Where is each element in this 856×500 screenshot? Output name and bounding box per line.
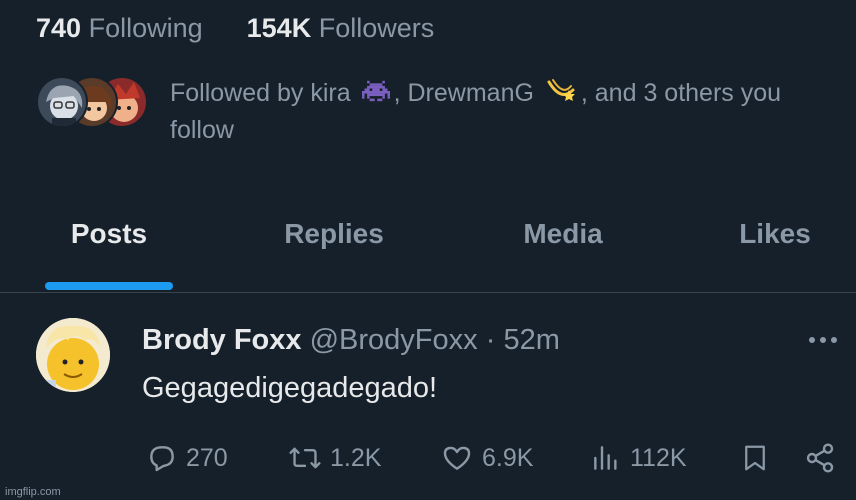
following-link[interactable]: 740 Following	[36, 10, 203, 46]
tab-replies[interactable]: Replies	[254, 205, 414, 292]
repost-button[interactable]: 1.2K	[288, 440, 381, 476]
profile-stats: 740 Following 154K Followers	[36, 10, 434, 46]
active-tab-indicator	[45, 282, 173, 290]
followers-link[interactable]: 154K Followers	[247, 10, 435, 46]
followed-by-separator: ,	[393, 79, 401, 108]
more-icon[interactable]	[806, 330, 840, 350]
tab-media[interactable]: Media	[493, 205, 633, 292]
followed-by-prefix: Followed by kira	[170, 79, 351, 108]
followed-by-section[interactable]: Followed by kira , DrewmanG , and 3 othe…	[36, 72, 846, 144]
views-icon	[590, 442, 622, 474]
profile-tabs: Posts Replies Media Likes	[0, 205, 856, 293]
post-text: Gegagedigegadegado!	[142, 372, 438, 404]
reply-button[interactable]: 270	[146, 440, 228, 476]
author-handle[interactable]: @BrodyFoxx	[310, 324, 478, 356]
following-label: Following	[88, 13, 203, 43]
alien-monster-emoji-icon	[361, 78, 390, 112]
watermark: imgflip.com	[5, 486, 61, 498]
views-button[interactable]: 112K	[590, 440, 687, 476]
followers-label: Followers	[318, 13, 435, 43]
separator-dot: ·	[485, 324, 496, 356]
followers-count: 154K	[246, 13, 312, 43]
follower-avatars	[36, 76, 148, 128]
followed-by-name-2: DrewmanG	[407, 79, 534, 108]
tab-posts[interactable]: Posts	[45, 205, 173, 292]
post-actions: 270 1.2K 6.9K 112K	[142, 440, 842, 476]
following-count: 740	[36, 13, 82, 43]
like-count: 6.9K	[482, 443, 534, 472]
reply-icon	[146, 442, 178, 474]
author-name[interactable]: Brody Foxx	[142, 324, 302, 356]
share-button[interactable]	[804, 440, 836, 476]
reply-count: 270	[186, 443, 228, 472]
post-timestamp[interactable]: 52m	[503, 324, 559, 356]
post[interactable]: Brody Foxx @BrodyFoxx · 52m Gegagedigega…	[0, 294, 856, 500]
like-icon	[440, 442, 474, 474]
tab-likes[interactable]: Likes	[715, 205, 835, 292]
tab-label: Media	[523, 218, 603, 249]
repost-count: 1.2K	[330, 443, 382, 472]
tab-label: Replies	[284, 218, 384, 249]
share-icon	[804, 442, 836, 474]
avatar	[36, 76, 88, 128]
views-count: 112K	[630, 443, 687, 472]
followed-by-separator: ,	[580, 79, 588, 108]
bookmark-button[interactable]	[740, 440, 770, 476]
like-button[interactable]: 6.9K	[440, 440, 533, 476]
followed-by-text: Followed by kira , DrewmanG , and 3 othe…	[170, 76, 850, 147]
repost-icon	[288, 442, 322, 474]
shooting-star-emoji-icon	[545, 76, 577, 113]
bookmark-icon	[740, 442, 770, 474]
tab-label: Posts	[70, 218, 148, 249]
tab-label: Likes	[739, 218, 811, 249]
avatar[interactable]	[36, 318, 110, 392]
post-header: Brody Foxx @BrodyFoxx · 52m	[142, 322, 560, 358]
